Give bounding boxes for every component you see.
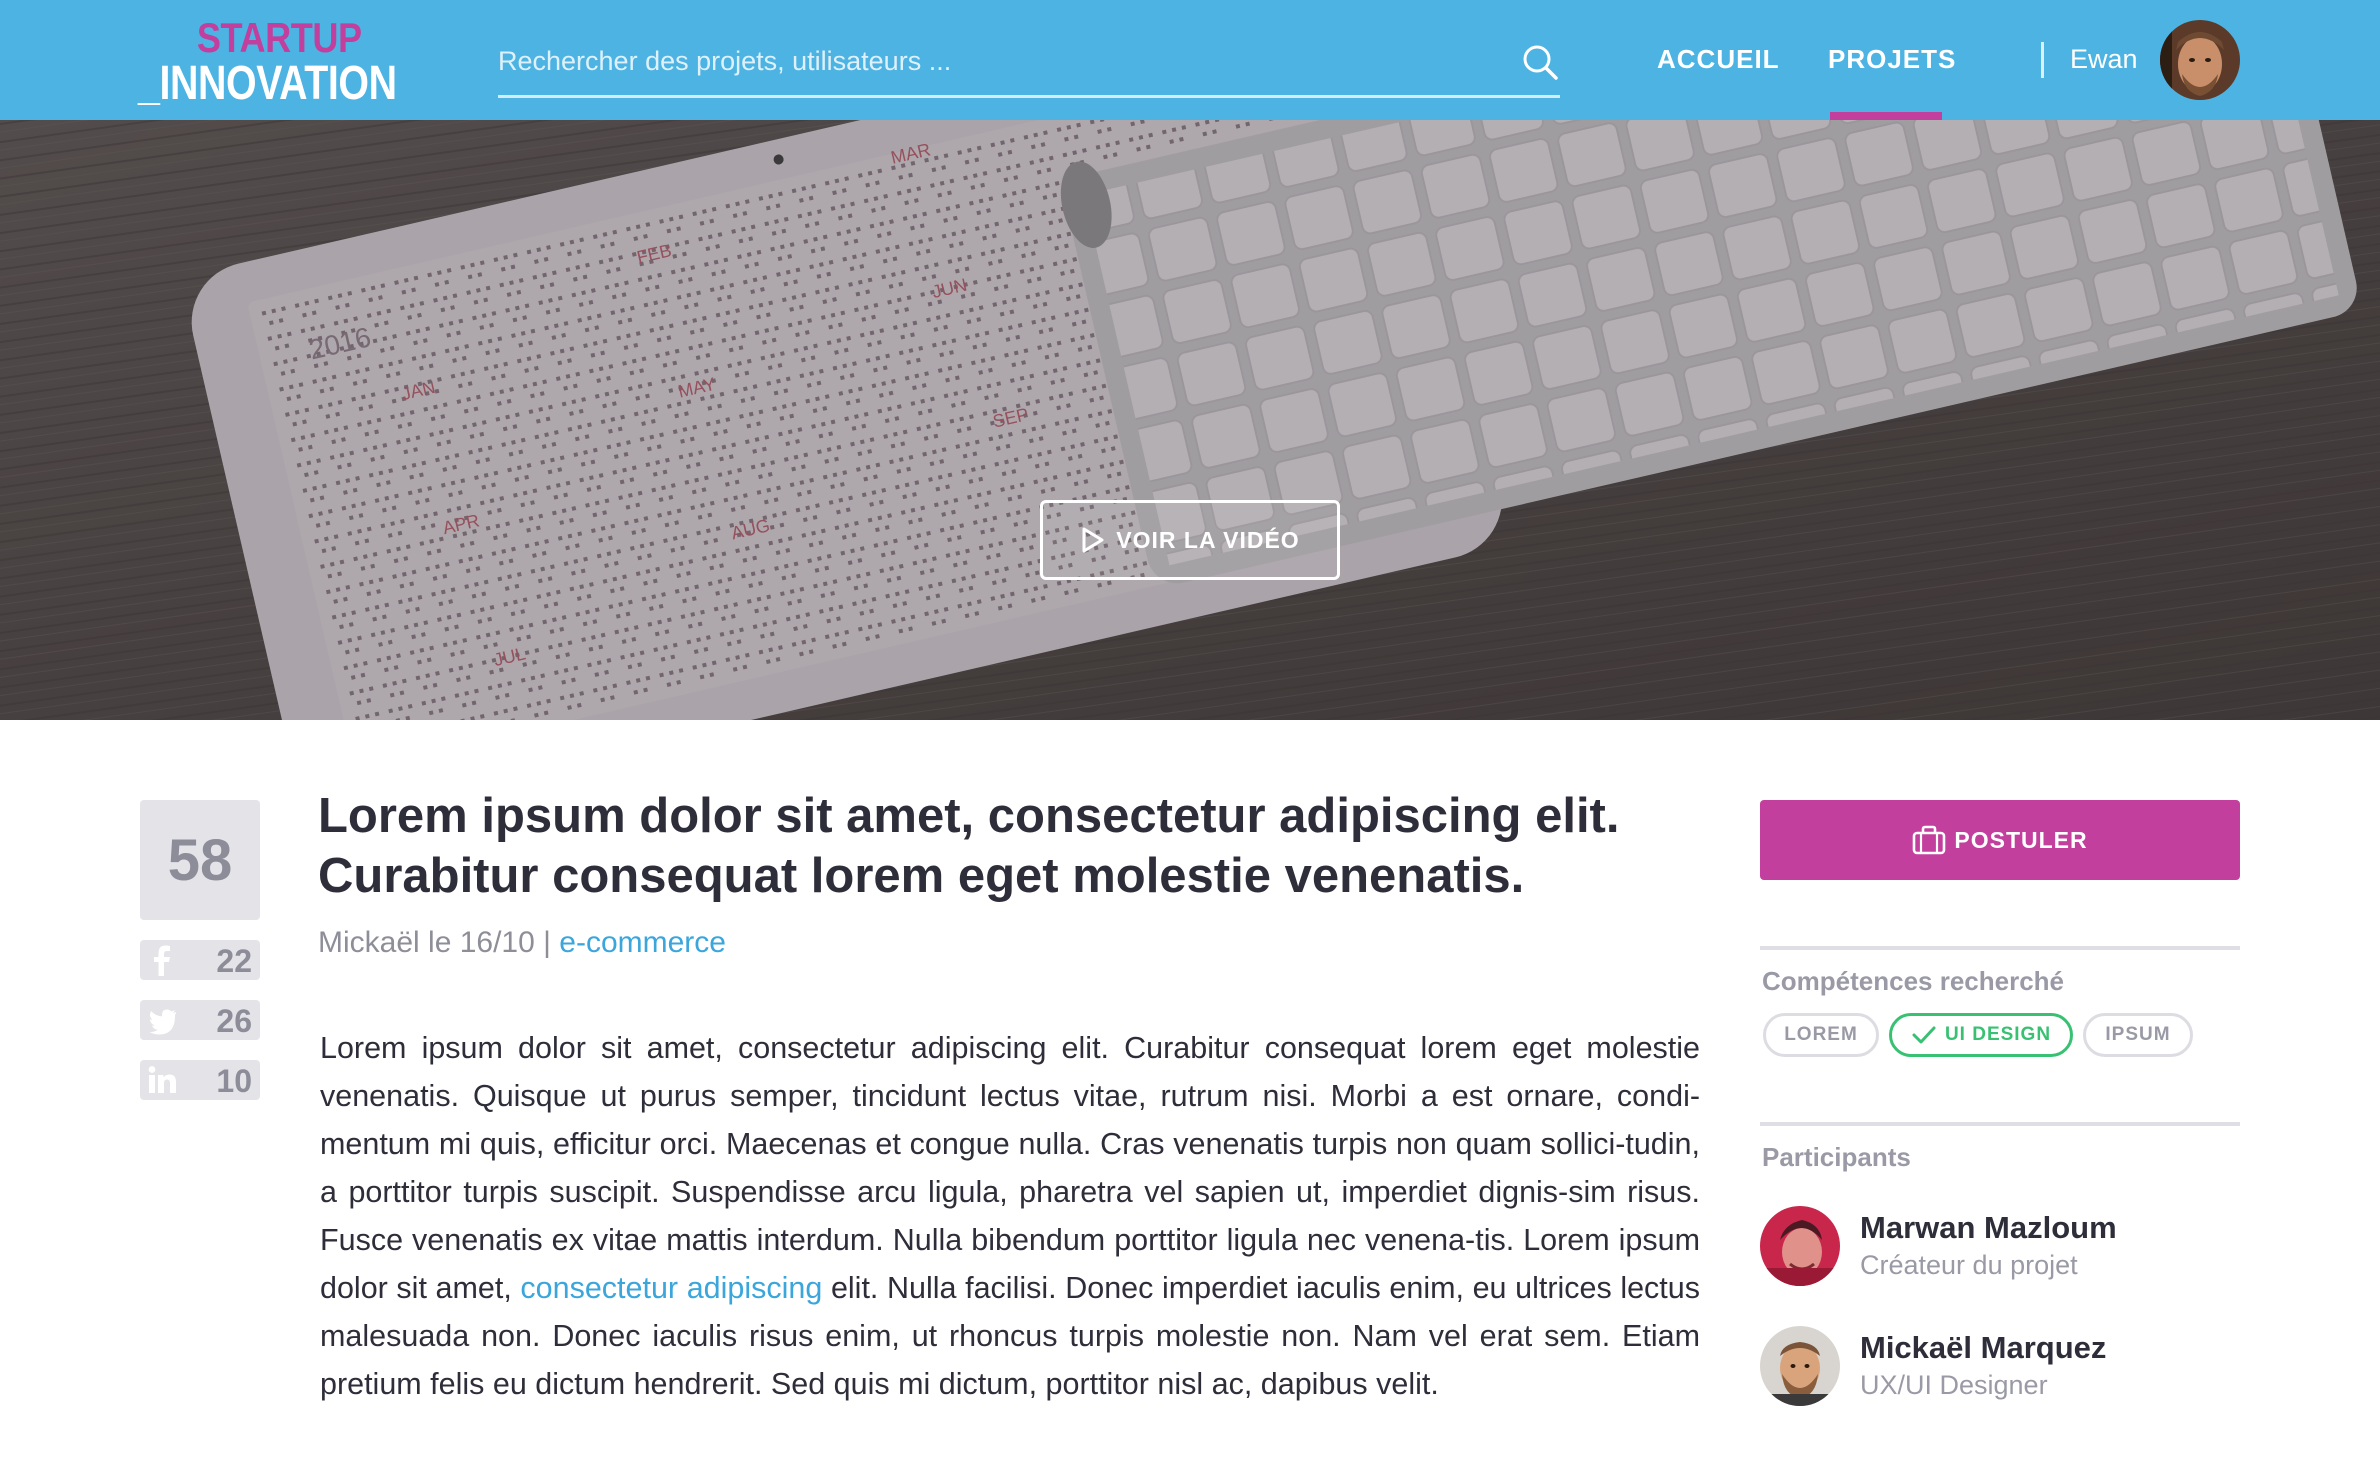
project-title-line1: Lorem ipsum dolor sit amet, consectetur … [318,789,1620,843]
skill-tag-lorem[interactable]: LOREM [1763,1013,1879,1057]
user-avatar[interactable] [2160,20,2240,100]
vote-count[interactable]: 58 [140,800,260,920]
apply-button[interactable]: POSTULER [1760,800,2240,880]
participant-name[interactable]: Marwan Mazloum [1860,1210,2117,1246]
project-meta: Mickaël le 16/10 | e-commerce [318,926,726,960]
linkedin-icon [148,1066,176,1093]
nav-separator [2041,42,2044,78]
skill-tag-ui-design[interactable]: UI DESIGN [1889,1013,2073,1057]
check-icon [1912,1026,1936,1044]
user-name[interactable]: Ewan [2070,44,2138,75]
participant-role: UX/UI Designer [1860,1370,2048,1400]
skill-tag-label: LOREM [1784,1024,1858,1045]
participant-role: Créateur du projet [1860,1250,2078,1280]
facebook-share-count: 22 [216,943,252,979]
skills-title: Compétences recherché [1762,966,2065,996]
project-title: Lorem ipsum dolor sit amet, consectetur … [318,786,1718,906]
participant-name[interactable]: Mickaël Marquez [1860,1330,2106,1366]
watch-video-button[interactable]: VOIR LA VIDÉO [1040,500,1340,580]
play-icon [1082,527,1104,553]
author-date: Mickaël le 16/10 [318,926,535,959]
apply-label: POSTULER [1954,826,2088,853]
top-navbar: STARTUP _INNOVATION ACCUEIL PROJETS Ewan [0,0,2380,120]
share-twitter[interactable]: 26 [140,1000,260,1040]
search-input[interactable] [498,40,1478,82]
project-description: Lorem ipsum dolor sit amet, consectetur … [320,1024,1700,1408]
nav-active-indicator [1830,112,1942,120]
briefcase-icon [1913,825,1946,855]
search-icon[interactable] [1520,42,1560,82]
watch-video-label: VOIR LA VIDÉO [1116,526,1300,553]
description-text-1: Lorem ipsum dolor sit amet, consectetur … [320,1031,1700,1305]
participants-title: Participants [1762,1142,1911,1172]
twitter-share-count: 26 [216,1003,252,1039]
divider-skills [1760,946,2240,950]
skill-tag-ipsum[interactable]: IPSUM [2083,1013,2193,1057]
share-facebook[interactable]: 22 [140,940,260,980]
participant-avatar[interactable] [1760,1326,1840,1406]
search-bar [498,30,1560,98]
logo[interactable]: STARTUP _INNOVATION [138,14,397,110]
divider-participants [1760,1122,2240,1126]
skill-tag-label: IPSUM [2105,1024,2171,1045]
logo-line-innovation: _INNOVATION [138,57,397,110]
skill-tag-label: UI DESIGN [1944,1024,2052,1045]
category-link[interactable]: e-commerce [559,926,726,959]
facebook-icon [154,945,170,976]
nav-accueil[interactable]: ACCUEIL [1657,44,1780,75]
nav-projets[interactable]: PROJETS [1828,44,1956,75]
hero-photo: 2016 JAN FEB MAR APR MAY JUN JUL AUG SEP [0,120,2380,720]
participant-item[interactable]: Marwan Mazloum Créateur du projet [1760,1206,2240,1286]
linkedin-share-count: 10 [216,1063,252,1099]
share-linkedin[interactable]: 10 [140,1060,260,1100]
logo-line-startup: STARTUP [197,14,362,61]
project-title-line2: Curabitur consequat lorem eget molestie … [318,849,1525,903]
meta-separator: | [543,926,551,959]
description-inline-link[interactable]: consectetur adipiscing [520,1271,822,1305]
participant-avatar[interactable] [1760,1206,1840,1286]
project-hero-image: 2016 JAN FEB MAR APR MAY JUN JUL AUG SEP… [0,120,2380,720]
participant-item[interactable]: Mickaël Marquez UX/UI Designer [1760,1326,2240,1406]
twitter-icon [149,1009,176,1035]
